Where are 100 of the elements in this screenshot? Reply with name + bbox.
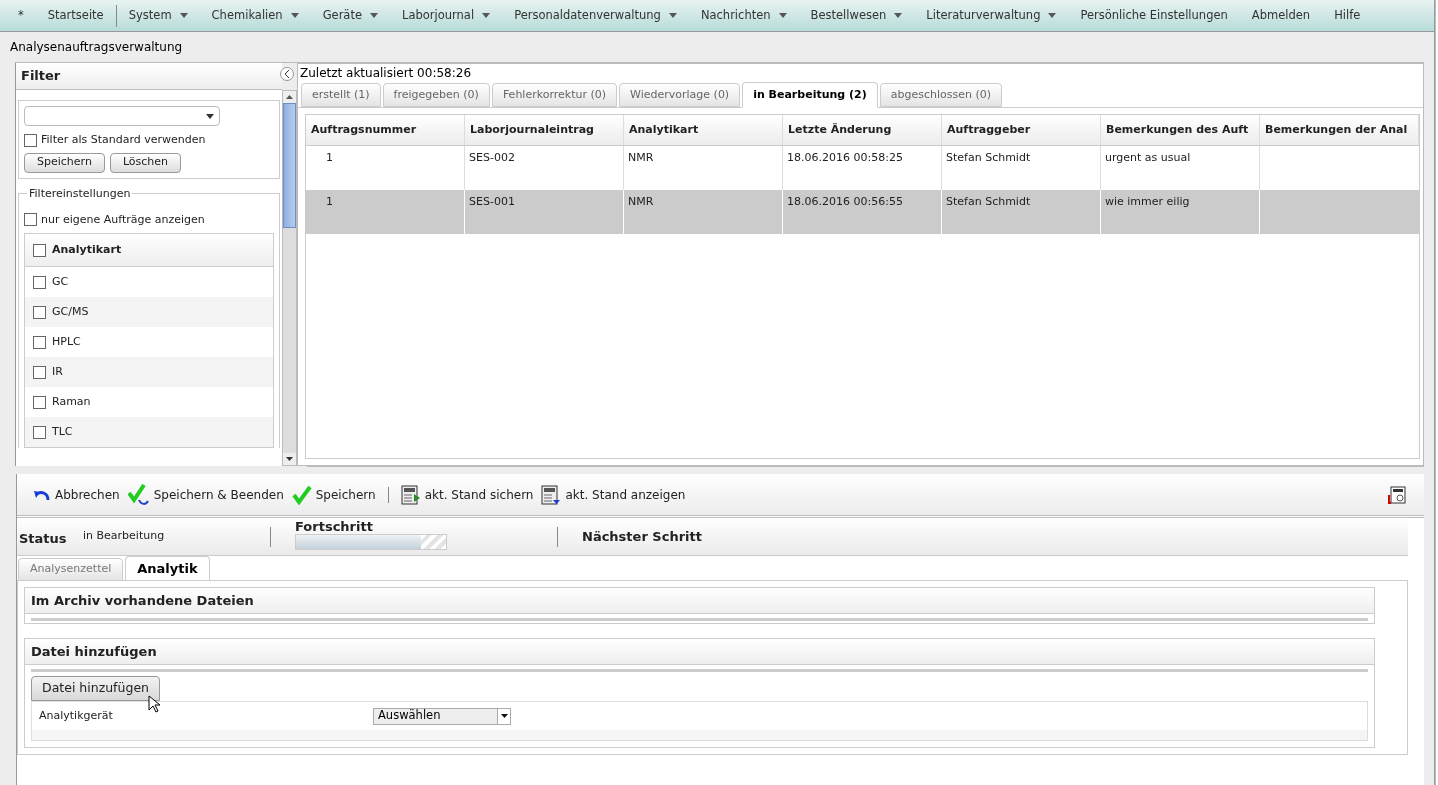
caret-icon [482, 13, 491, 18]
table-cell: Stefan Schmidt [946, 151, 1031, 164]
scroll-up-button[interactable] [283, 91, 296, 103]
page-title: Analysenauftragsverwaltung [10, 39, 184, 56]
document-icon [541, 484, 562, 505]
filter-button[interactable]: Löschen [109, 152, 182, 173]
caret-icon [290, 13, 299, 18]
collapse-button[interactable] [280, 67, 294, 81]
table-cell: NMR [628, 151, 654, 164]
device-select[interactable]: Auswählen [373, 707, 511, 725]
caret-icon [500, 714, 508, 718]
menu-item[interactable]: Abmelden [1239, 6, 1323, 25]
caret-icon [1048, 13, 1057, 18]
tab[interactable]: Analytik [125, 556, 210, 581]
option-label: GC [52, 273, 69, 290]
checkbox[interactable] [24, 133, 37, 147]
checkbox-label: nur eigene Aufträge anzeigen [41, 211, 205, 228]
caret-icon [206, 113, 214, 119]
progress-label: Fortschritt [295, 519, 374, 534]
tab[interactable]: erstellt (1) [301, 83, 381, 107]
table-cell: SES-002 [469, 151, 515, 164]
checkmark-icon [127, 483, 150, 506]
menu-item[interactable]: System [116, 6, 200, 25]
table-cell: 18.06.2016 00:56:55 [787, 195, 903, 208]
last-updated: Zuletzt aktualisiert 00:58:26 [299, 65, 473, 82]
menu-item[interactable]: Persönliche Einstellungen [1068, 6, 1240, 25]
tab[interactable]: in Bearbeitung (2) [742, 82, 878, 108]
option-label: IR [52, 363, 63, 380]
column-header[interactable]: Bemerkungen des Auft [1101, 115, 1260, 145]
checkbox[interactable] [33, 305, 46, 319]
scroll-down-button[interactable] [283, 453, 296, 465]
caret-icon [668, 13, 677, 18]
checkbox[interactable] [24, 213, 37, 227]
checkbox[interactable] [33, 275, 46, 289]
option-label: TLC [52, 423, 73, 440]
menu-item[interactable]: Startseite [35, 6, 116, 25]
menu-item[interactable]: Chemikalien [199, 6, 311, 25]
toolbar-button[interactable]: Speichern & Beenden [127, 483, 284, 506]
menu-item[interactable]: Literaturverwaltung [914, 6, 1069, 25]
caret-icon [894, 13, 903, 18]
cursor-icon [148, 695, 160, 713]
document-icon [400, 484, 421, 505]
status-label: Status [19, 529, 68, 548]
checkbox[interactable] [33, 243, 46, 257]
checkmark-icon [291, 484, 312, 505]
table-cell: 1 [326, 195, 333, 208]
checkbox-label: Filter als Standard verwenden [41, 132, 206, 148]
tab[interactable]: abgeschlossen (0) [879, 83, 1003, 107]
option-label: Raman [52, 393, 91, 410]
table-cell: 1 [326, 151, 333, 164]
report-icon [1388, 485, 1406, 504]
column-header: Analytikart [52, 241, 122, 258]
option-label: GC/MS [52, 303, 89, 320]
toolbar-button[interactable]: Speichern [291, 484, 376, 505]
filter-button[interactable]: Speichern [24, 152, 105, 173]
scrollbar-thumb[interactable] [283, 103, 296, 228]
table-cell: 18.06.2016 00:58:25 [787, 151, 903, 164]
toolbar-button[interactable]: akt. Stand sichern [400, 484, 534, 505]
table-row[interactable]: 1 SES-001 NMR 18.06.2016 00:56:55 Stefan Schmidt wie immer eilig [306, 190, 1419, 234]
column-header[interactable]: Analytikart [624, 115, 783, 145]
menu-item[interactable]: Hilfe [1322, 6, 1373, 25]
table-cell: urgent as usual [1105, 151, 1191, 164]
menu-item[interactable]: * [6, 6, 36, 25]
panel-title: Filter [21, 67, 61, 86]
option-label: HPLC [52, 333, 81, 350]
table-cell: NMR [628, 195, 654, 208]
toolbar-button[interactable]: akt. Stand anzeigen [541, 484, 686, 505]
menu-item[interactable]: Personaldatenverwaltung [502, 6, 689, 25]
tab[interactable]: Fehlerkorrektur (0) [491, 83, 618, 107]
toolbar-button[interactable]: Abbrechen [33, 485, 120, 504]
checkbox[interactable] [33, 365, 46, 379]
table-cell: Stefan Schmidt [946, 195, 1031, 208]
next-step-label: Nächster Schritt [582, 527, 702, 546]
section-title: Datei hinzufügen [31, 642, 157, 661]
caret-icon [370, 13, 378, 18]
column-header[interactable]: Bemerkungen der Anal [1260, 115, 1419, 145]
tab[interactable]: freigegeben (0) [382, 83, 490, 107]
table-cell: wie immer eilig [1105, 195, 1190, 208]
chevron-left-icon [284, 70, 290, 78]
column-header[interactable]: Laborjournaleintrag [465, 115, 624, 145]
checkbox[interactable] [33, 425, 46, 439]
checkbox[interactable] [33, 395, 46, 409]
column-header[interactable]: Letzte Änderung [783, 115, 942, 145]
table-cell: SES-001 [469, 195, 515, 208]
section-title: Im Archiv vorhandene Dateien [31, 591, 254, 610]
caret-icon [778, 13, 787, 18]
status-value: in Bearbeitung [83, 528, 166, 545]
tab[interactable]: Analysenzettel [18, 558, 124, 581]
arrow-down-icon [286, 457, 293, 461]
menu-item[interactable]: Geräte [310, 6, 390, 25]
arrow-up-icon [286, 95, 293, 99]
tab[interactable]: Wiedervorlage (0) [619, 83, 741, 107]
field-label: Analytikgerät [39, 707, 114, 724]
caret-icon [179, 13, 188, 18]
menu-item[interactable]: Bestellwesen [798, 6, 915, 25]
menu-item[interactable]: Nachrichten [688, 6, 799, 25]
column-header[interactable]: Auftraggeber [942, 115, 1101, 145]
column-header[interactable]: Auftragsnummer [306, 115, 465, 145]
menu-item[interactable]: Laborjournal [390, 6, 503, 25]
checkbox[interactable] [33, 335, 46, 349]
